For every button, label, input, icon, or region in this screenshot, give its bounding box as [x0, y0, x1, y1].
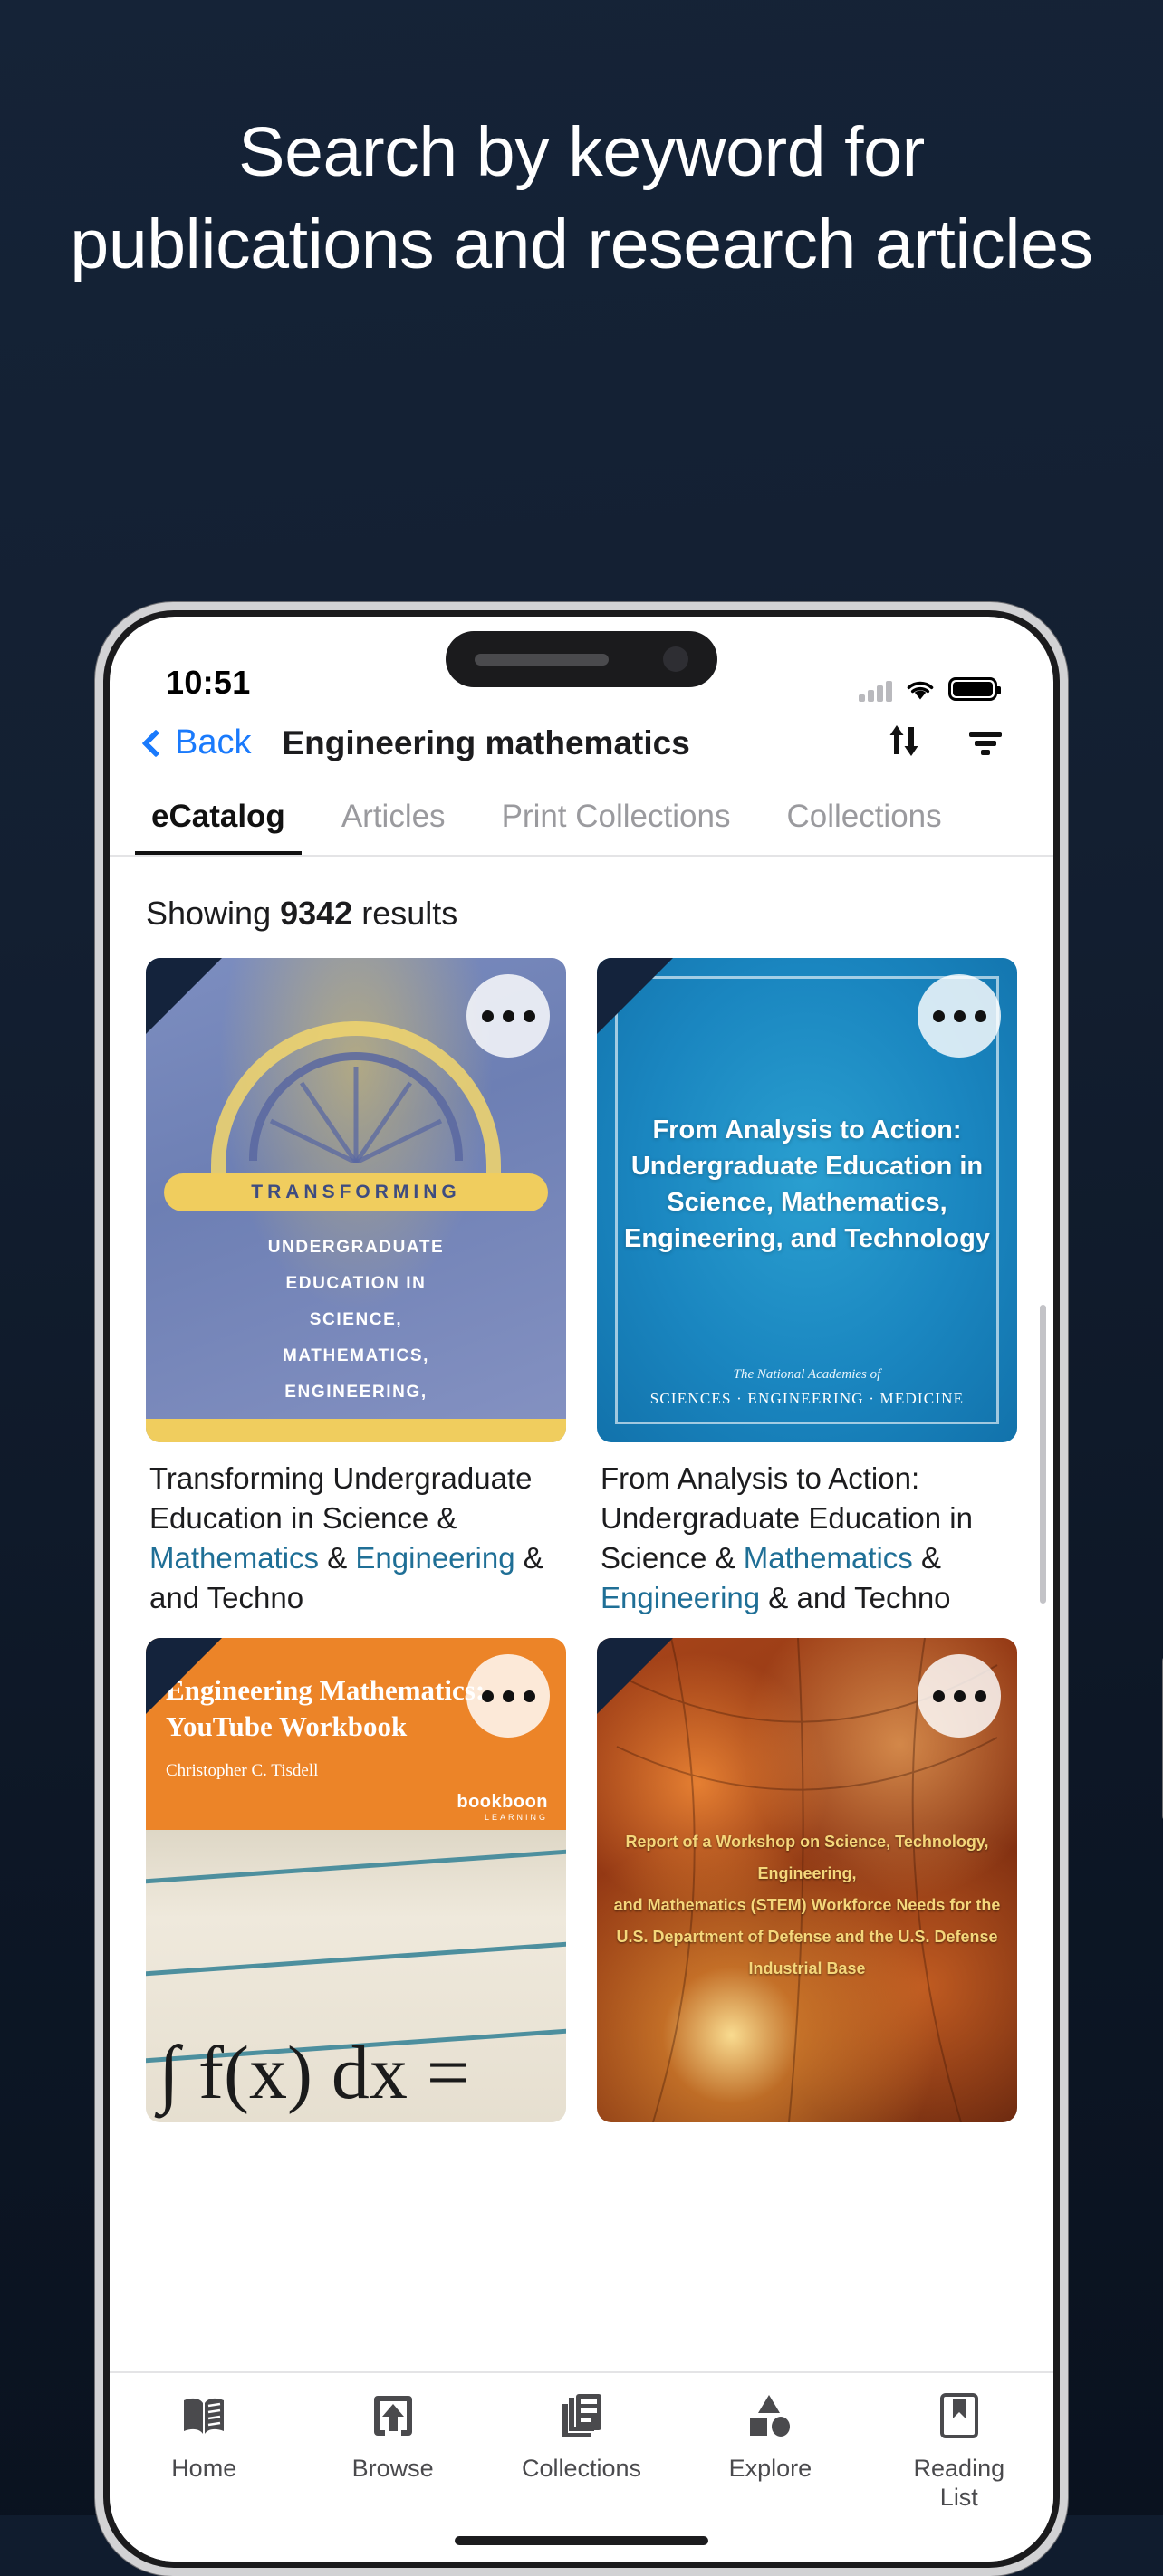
page-title: Engineering mathematics: [282, 723, 690, 761]
result-card[interactable]: From Analysis to Action: Undergraduate E…: [597, 958, 1017, 1614]
status-bar-indicators: [859, 676, 1001, 702]
status-bar: 10:51: [110, 617, 1053, 714]
result-card[interactable]: Report of a Workshop on Science, Technol…: [597, 1638, 1017, 2122]
highlight-term: Mathematics: [743, 1540, 913, 1575]
sort-arrows-icon[interactable]: [883, 720, 925, 766]
results-grid: TRANSFORMING UNDERGRADUATE EDUCATION IN SC…: [110, 958, 1053, 2122]
cover-title-text: Report of a Workshop on Science, Technol…: [613, 1833, 1001, 1978]
tab-home-label: Home: [171, 2455, 237, 2482]
bookboon-logo-name: bookboon: [457, 1792, 548, 1812]
tab-ecatalog[interactable]: eCatalog: [135, 786, 302, 855]
filter-icon[interactable]: [965, 720, 1006, 766]
tab-articles[interactable]: Articles: [336, 786, 451, 855]
bookmark-icon: [938, 2393, 980, 2443]
corner-flag-icon: [146, 1638, 222, 1714]
scrollbar-thumb[interactable]: [1040, 1305, 1046, 1604]
app-nav-bar: Back Engineering mathematics: [110, 714, 1053, 786]
corner-flag-icon: [597, 958, 673, 1034]
book-cover[interactable]: Engineering Mathematics: YouTube Workbook…: [146, 1638, 566, 2122]
tab-collections[interactable]: Collections: [781, 786, 947, 855]
corner-flag-icon: [146, 958, 222, 1034]
corner-flag-icon: [597, 1638, 673, 1714]
cover-subtitle: UNDERGRADUATE EDUCATION IN SCIENCE, MATHEMA…: [267, 1238, 445, 1437]
bookboon-logo-sub: LEARNING: [484, 1813, 548, 1822]
tab-explore-label: Explore: [728, 2455, 812, 2482]
ellipsis-icon[interactable]: [466, 1654, 550, 1738]
back-button-label: Back: [175, 723, 252, 761]
tab-reading-list[interactable]: Reading List: [865, 2393, 1053, 2513]
cover-title-text: From Analysis to Action: Undergraduate E…: [624, 1116, 990, 1254]
nav-actions: [883, 720, 1006, 766]
chevron-left-icon: [141, 728, 170, 758]
tab-collections-label: Collections: [521, 2455, 642, 2482]
results-suffix: results: [361, 895, 458, 932]
bookboon-logo: bookboon LEARNING: [457, 1792, 548, 1822]
highlight-term: Engineering: [355, 1540, 515, 1575]
result-card[interactable]: TRANSFORMING UNDERGRADUATE EDUCATION IN SC…: [146, 958, 566, 1614]
home-indicator: [455, 2536, 708, 2545]
earpiece-speaker-icon: [475, 653, 609, 666]
tab-print-collections[interactable]: Print Collections: [496, 786, 736, 855]
dynamic-island: [446, 631, 717, 687]
paper-rule: [146, 1941, 566, 1977]
highlight-term: Engineering: [601, 1580, 761, 1614]
status-bar-time: 10:51: [166, 664, 251, 701]
results-count: Showing 9342 results: [110, 857, 1053, 958]
cover-footer-band: [146, 1419, 566, 1442]
open-book-icon: [180, 2393, 227, 2443]
cover-imprint-line-1: The National Academies of: [733, 1367, 881, 1382]
result-card[interactable]: Engineering Mathematics: YouTube Workbook…: [146, 1638, 566, 2122]
book-cover[interactable]: Report of a Workshop on Science, Technol…: [597, 1638, 1017, 2122]
results-prefix: Showing: [146, 895, 272, 932]
paper-rule: [146, 1849, 566, 1884]
cover-author-text: Christopher C. Tisdell: [166, 1761, 319, 1780]
upload-device-icon: [370, 2393, 416, 2443]
book-cover[interactable]: TRANSFORMING UNDERGRADUATE EDUCATION IN SC…: [146, 958, 566, 1442]
stacked-documents-icon: [559, 2393, 604, 2443]
phone-bezel: 10:51 Back Engineering mathematics eCata…: [103, 610, 1060, 2568]
content-type-tabs: eCatalog Articles Print Collections Coll…: [110, 786, 1053, 857]
cover-imprint-line-2: SCIENCES · ENGINEERING · MEDICINE: [649, 1390, 965, 1407]
ellipsis-icon[interactable]: [466, 974, 550, 1058]
promo-headline: Search by keyword for publications and r…: [70, 113, 1093, 283]
cover-math-expression: ∫ f(x) dx =: [159, 2031, 470, 2115]
phone-mockup: 10:51 Back Engineering mathematics eCata…: [95, 602, 1068, 2576]
result-title: Transforming Undergraduate Education in …: [149, 1461, 543, 1614]
bottom-tab-bar: Home Browse Collections Explore Reading …: [110, 2371, 1053, 2562]
tab-collections[interactable]: Collections: [487, 2393, 676, 2483]
highlight-term: Mathematics: [149, 1540, 320, 1575]
shapes-icon: [747, 2393, 793, 2443]
wifi-icon: [904, 677, 937, 702]
tab-reading-list-label: Reading List: [913, 2455, 1005, 2512]
book-cover[interactable]: From Analysis to Action: Undergraduate E…: [597, 958, 1017, 1442]
results-number: 9342: [280, 895, 353, 932]
cover-ribbon-text: TRANSFORMING: [164, 1173, 548, 1211]
front-camera-icon: [663, 646, 688, 672]
tab-home[interactable]: Home: [110, 2393, 298, 2483]
cover-art-spokes: [269, 1067, 443, 1163]
tab-explore[interactable]: Explore: [676, 2393, 864, 2483]
ellipsis-icon[interactable]: [918, 1654, 1001, 1738]
ellipsis-icon[interactable]: [918, 974, 1001, 1058]
tab-browse-label: Browse: [351, 2455, 434, 2482]
cellular-bars-icon: [859, 676, 892, 702]
back-button[interactable]: Back: [141, 723, 252, 762]
app-content: 10:51 Back Engineering mathematics eCata…: [110, 617, 1053, 2371]
result-title: From Analysis to Action: Undergraduate E…: [601, 1461, 973, 1614]
phone-screen: 10:51 Back Engineering mathematics eCata…: [110, 617, 1053, 2562]
tab-browse[interactable]: Browse: [298, 2393, 486, 2483]
cover-art-paper: ∫ f(x) dx =: [146, 1830, 566, 2122]
battery-full-icon: [948, 677, 1001, 701]
